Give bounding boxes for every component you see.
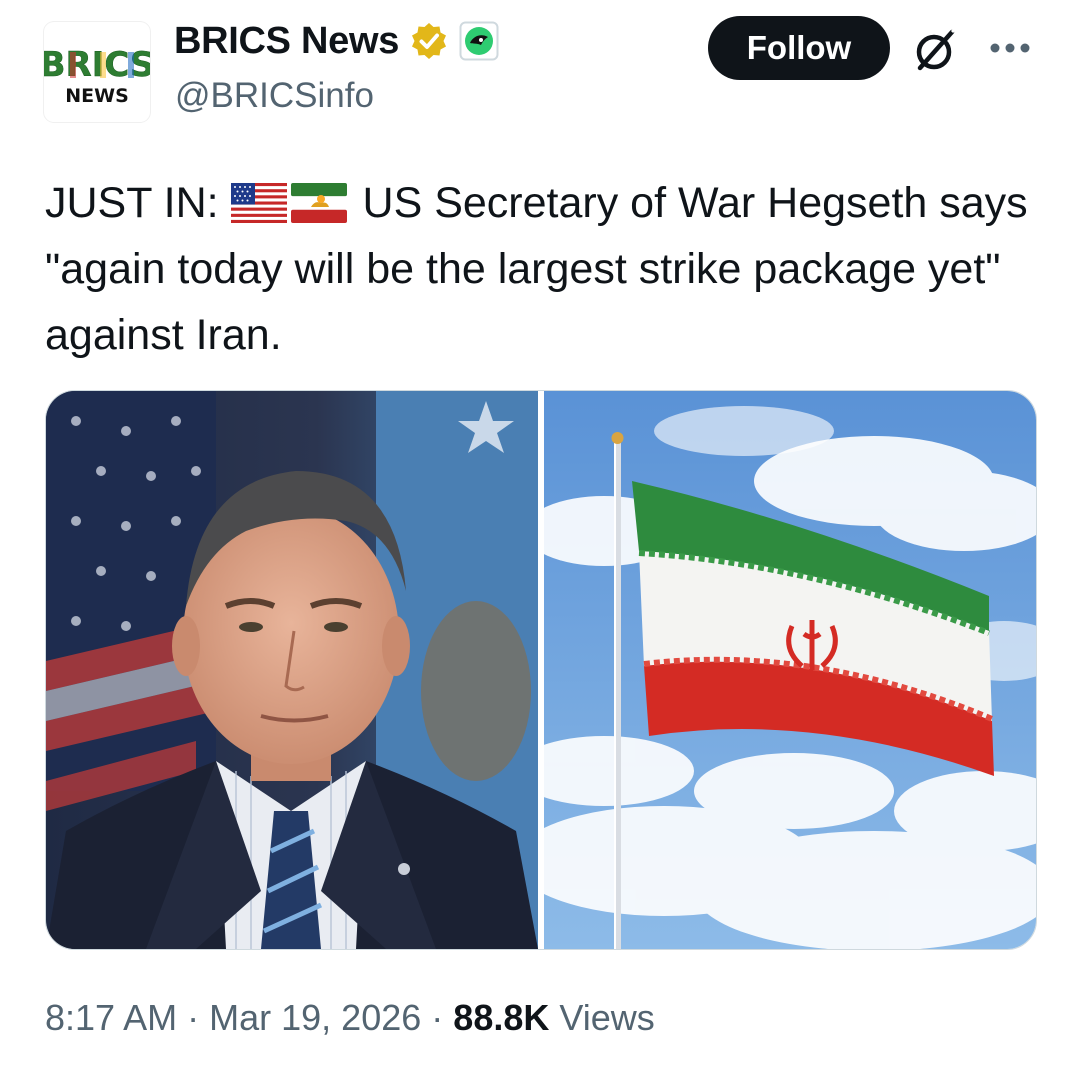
avatar-news-text: NEWS bbox=[65, 85, 129, 107]
views-count[interactable]: 88.8K bbox=[453, 997, 549, 1038]
grok-icon[interactable] bbox=[912, 26, 960, 74]
views-label: Views bbox=[559, 997, 655, 1038]
iran-lion-sun-flag-emoji-icon bbox=[290, 183, 347, 223]
media-grid bbox=[45, 390, 1037, 950]
tweet-meta: 8:17 AM · Mar 19, 2026 · 88.8K Views bbox=[45, 994, 655, 1042]
affiliate-badge-icon[interactable] bbox=[459, 21, 499, 61]
name-row: BRICS News bbox=[174, 18, 499, 64]
portrait-photo-icon bbox=[46, 391, 538, 949]
handle[interactable]: @BRICSinfo bbox=[175, 74, 374, 118]
tweet-date[interactable]: Mar 19, 2026 bbox=[209, 997, 421, 1038]
meta-separator: · bbox=[187, 997, 200, 1038]
more-options-icon[interactable] bbox=[988, 38, 1032, 58]
avatar-logo-text: BRICS bbox=[44, 45, 150, 85]
tweet-text: JUST IN: US Secretary of War Hegseth say… bbox=[45, 170, 1045, 368]
gold-verified-badge-icon[interactable] bbox=[409, 21, 449, 61]
media-image-portrait[interactable] bbox=[46, 391, 538, 949]
media-image-flag[interactable] bbox=[544, 391, 1036, 949]
avatar[interactable]: BRICS NEWS bbox=[44, 22, 150, 122]
follow-button[interactable]: Follow bbox=[708, 16, 890, 80]
tweet-header: BRICS NEWS BRICS News @BRICSinfo Follow bbox=[0, 0, 1080, 140]
iran-flag-photo-icon bbox=[544, 391, 1036, 949]
meta-separator: · bbox=[431, 997, 444, 1038]
us-flag-emoji-icon bbox=[230, 183, 287, 223]
tweet-prefix: JUST IN: bbox=[45, 179, 219, 227]
brics-logo-icon: BRICS NEWS bbox=[44, 45, 150, 107]
tweet-time[interactable]: 8:17 AM bbox=[45, 997, 177, 1038]
display-name[interactable]: BRICS News bbox=[174, 18, 399, 64]
